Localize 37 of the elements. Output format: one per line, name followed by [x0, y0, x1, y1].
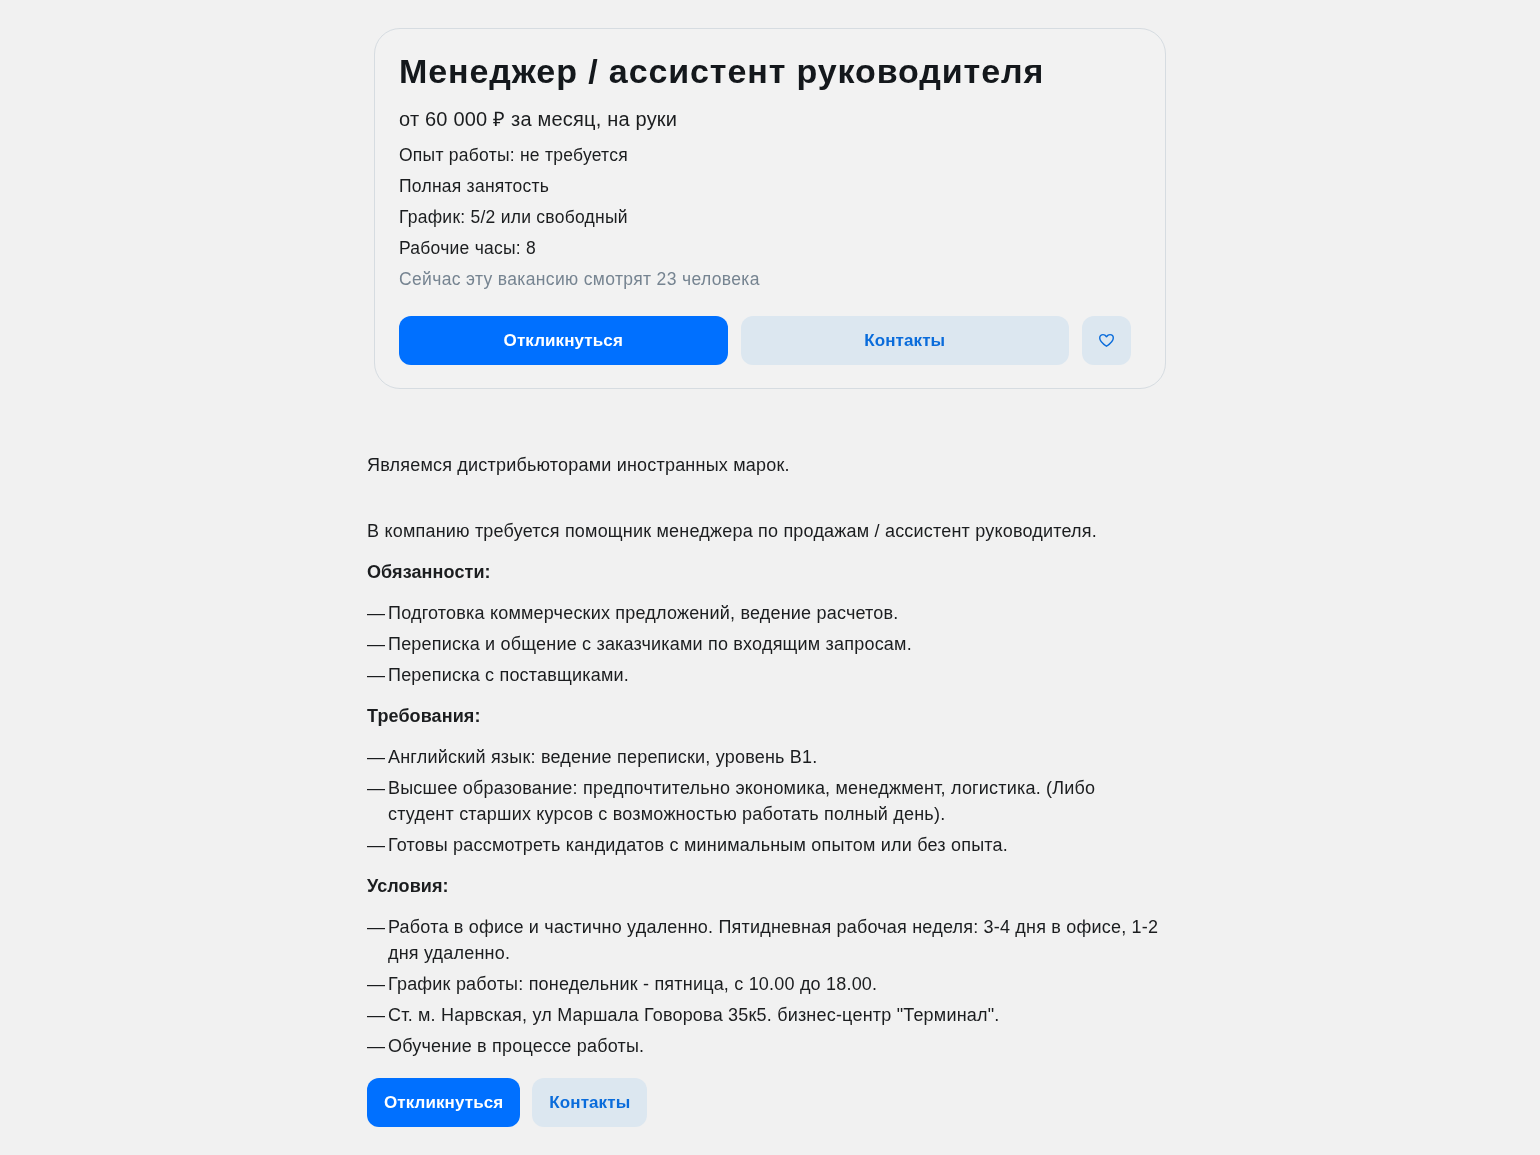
- respond-button[interactable]: Откликнуться: [399, 316, 728, 365]
- vacancy-title: Менеджер / ассистент руководителя: [399, 51, 1046, 92]
- list-dash: —: [367, 1035, 387, 1058]
- list-dash: —: [367, 602, 387, 625]
- list-dash: —: [367, 633, 387, 656]
- description-paragraph: В компанию требуется помощник менеджера по продажам / ассистент руководителя.: [367, 520, 1098, 543]
- viewer-count-text: Сейчас эту вакансию смотрят 23 человека: [399, 268, 761, 291]
- section-heading: Условия:: [367, 875, 450, 898]
- list-item-text: График работы: понедельник - пятница, с 10.00 до 18.00.: [388, 973, 878, 996]
- list-item-text: Подготовка коммерческих предложений, ведение расчетов.: [388, 602, 899, 625]
- list-dash: —: [367, 777, 387, 800]
- respond-button[interactable]: Откликнуться: [367, 1078, 521, 1127]
- detail-text: Опыт работы: не требуется: [399, 144, 629, 167]
- list-dash: —: [367, 746, 387, 769]
- list-item-text: Высшее образование: предпочтительно экономика, менеджмент, логистика. (Либо студент старших курсов с возможностью работать полный день).: [388, 777, 1097, 826]
- detail-text: Полная занятость: [399, 175, 551, 198]
- list-dash: —: [367, 973, 387, 996]
- section-heading: Обязанности:: [367, 561, 492, 584]
- list-item-text: Готовы рассмотреть кандидатов с минимальным опытом или без опыта.: [388, 834, 1008, 857]
- list-dash: —: [367, 834, 387, 857]
- favorite-button[interactable]: [1082, 316, 1131, 365]
- list-item-text: Переписка и общение с заказчиками по входящим запросам.: [388, 633, 912, 656]
- detail-text: Рабочие часы: 8: [399, 237, 538, 260]
- description-paragraph: Являемся дистрибьюторами иностранных марок.: [367, 454, 791, 477]
- list-dash: —: [367, 916, 387, 939]
- list-item-text: Работа в офисе и частично удаленно. Пятидневная рабочая неделя: 3-4 дня в офисе, 1-2 дня удаленно.: [388, 916, 1160, 965]
- list-item-text: Обучение в процессе работы.: [388, 1035, 645, 1058]
- list-item-text: Ст. м. Нарвская, ул Маршала Говорова 35к5. бизнес-центр "Терминал".: [388, 1004, 1000, 1027]
- list-dash: —: [367, 1004, 387, 1027]
- section-heading: Требования:: [367, 705, 482, 728]
- list-item-text: Английский язык: ведение переписки, уровень B1.: [388, 746, 818, 769]
- detail-text: График: 5/2 или свободный: [399, 206, 629, 229]
- contacts-button[interactable]: Контакты: [532, 1078, 648, 1127]
- contacts-button[interactable]: Контакты: [740, 316, 1069, 365]
- list-dash: —: [367, 664, 387, 687]
- salary-text: от 60 000 ₽ за месяц, на руки: [399, 107, 679, 132]
- list-item-text: Переписка с поставщиками.: [388, 664, 629, 687]
